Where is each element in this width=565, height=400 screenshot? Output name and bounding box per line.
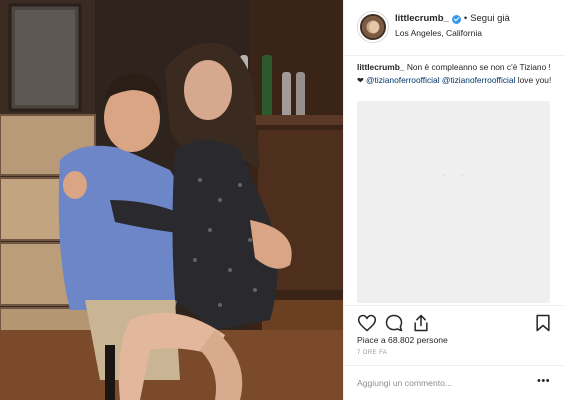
header-username[interactable]: littlecrumb_	[395, 13, 449, 25]
likes-count[interactable]: Piace a 68.802 persone	[357, 335, 448, 345]
post-photo[interactable]	[0, 0, 343, 400]
avatar-face	[369, 21, 379, 33]
comment-input[interactable]	[357, 375, 527, 391]
post-header: littlecrumb_ • Segui già Los Angeles, Ca…	[344, 0, 565, 56]
caption-text-2: love you!	[517, 75, 552, 85]
caption-username[interactable]: littlecrumb_	[357, 62, 404, 72]
post-side-panel: littlecrumb_ • Segui già Los Angeles, Ca…	[343, 0, 565, 400]
header-row: littlecrumb_ • Segui già	[395, 13, 560, 25]
header-text: littlecrumb_ • Segui già Los Angeles, Ca…	[395, 13, 560, 39]
more-options-icon[interactable]: •••	[537, 375, 550, 387]
photo-illustration	[0, 0, 343, 400]
comments-loading-placeholder: · ·	[357, 101, 550, 303]
location-link[interactable]: Los Angeles, California	[395, 28, 560, 39]
bookmark-icon[interactable]	[533, 313, 553, 333]
heart-emoji-icon: ❤	[357, 76, 364, 85]
verified-badge-icon	[451, 14, 461, 24]
share-icon[interactable]	[411, 313, 431, 333]
post-caption: littlecrumb_ Non è compleanno se non c'è…	[357, 61, 557, 87]
avatar[interactable]	[358, 12, 388, 42]
comment-bar: •••	[344, 365, 565, 400]
post-timestamp[interactable]: 7 ORE FA	[357, 350, 387, 356]
follow-button[interactable]: Segui già	[470, 13, 510, 25]
caption-text-1: Non è compleanno se non c'è Tiziano !	[406, 62, 551, 72]
caption-mention-2[interactable]: @tizianoferroofficial	[442, 75, 516, 85]
comment-icon[interactable]	[384, 313, 404, 333]
header-separator: •	[463, 13, 468, 24]
heart-icon[interactable]	[357, 313, 377, 333]
caption-mention-1[interactable]: @tizianoferroofficial	[366, 75, 440, 85]
loading-dots-icon: · ·	[443, 170, 470, 180]
action-bar	[344, 305, 565, 337]
